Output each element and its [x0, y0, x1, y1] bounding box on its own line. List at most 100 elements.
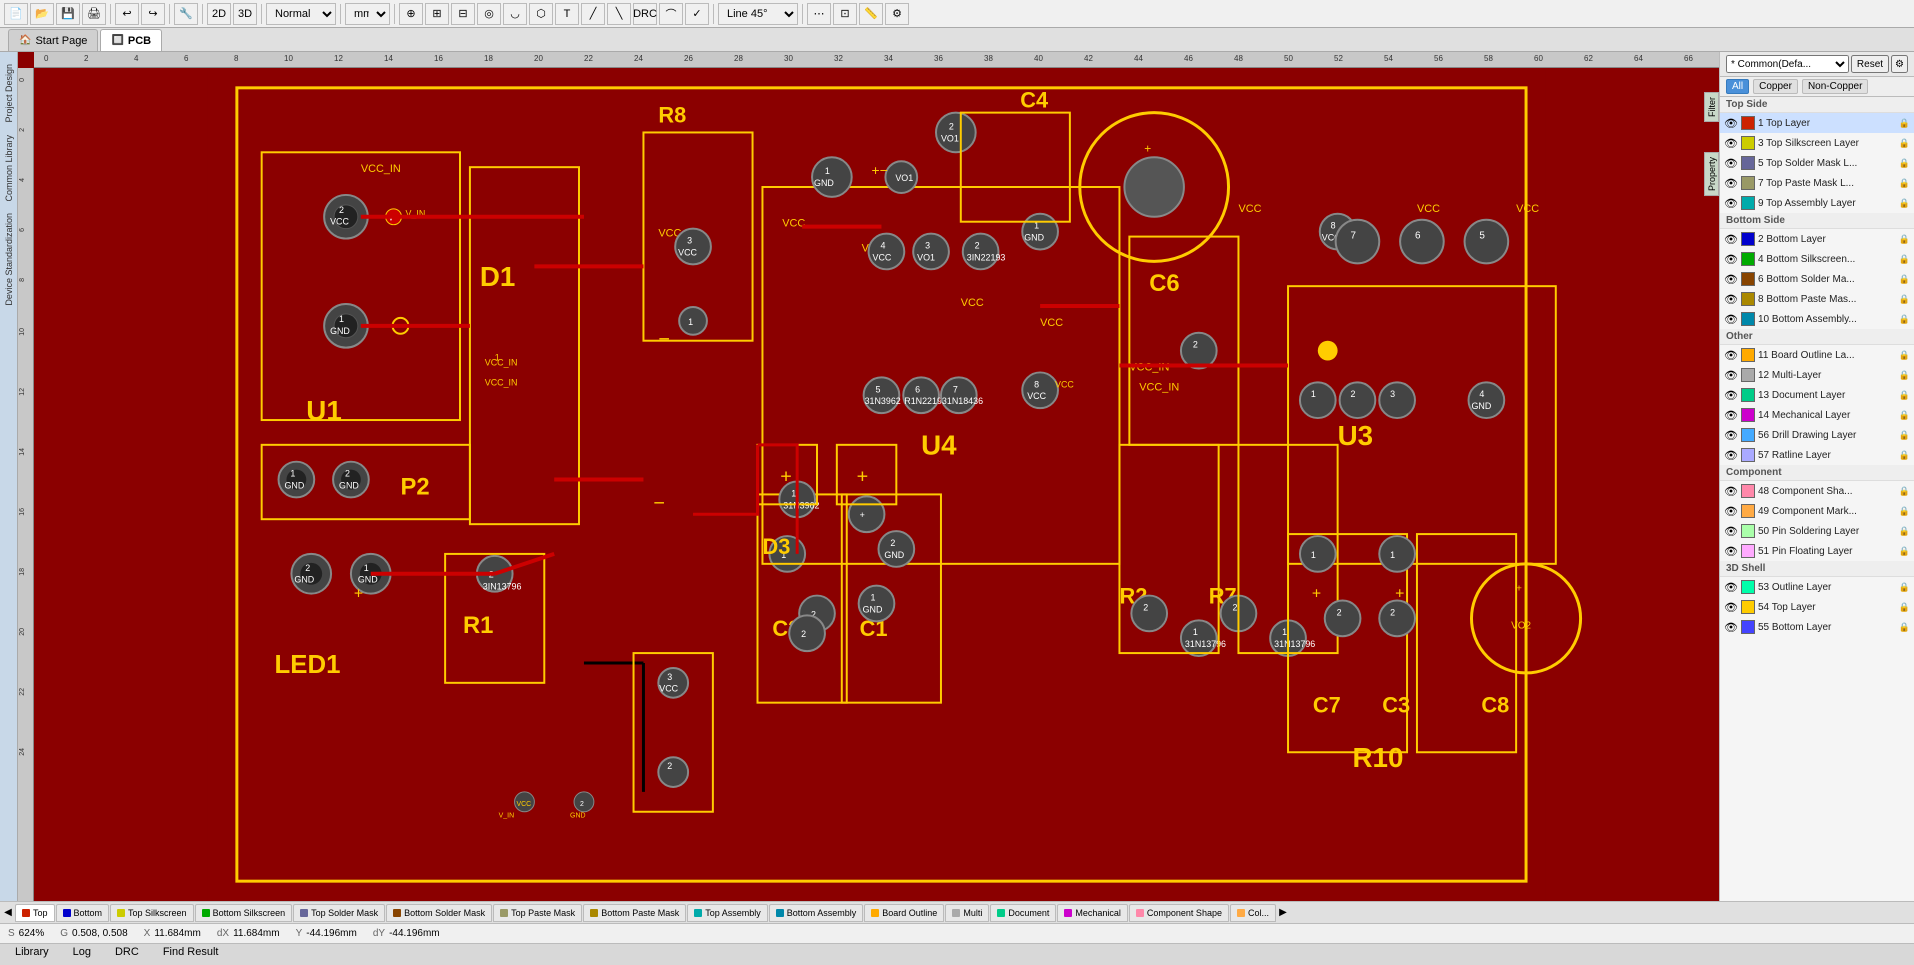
layer-lock-3[interactable]: 🔒	[1899, 158, 1910, 169]
layer-item-54-top[interactable]: 👁 54 Top Layer 🔒	[1720, 597, 1914, 617]
layer-eye-14[interactable]: 👁	[1724, 408, 1738, 422]
layer-item-55-bottom[interactable]: 👁 55 Bottom Layer 🔒	[1720, 617, 1914, 637]
layer-item-top-solder[interactable]: 👁 5 Top Solder Mask L... 🔒	[1720, 153, 1914, 173]
layer-eye-11[interactable]: 👁	[1724, 348, 1738, 362]
layer-lock-18[interactable]: 🔒	[1899, 506, 1910, 517]
footer-tab-log[interactable]: Log	[62, 945, 102, 965]
tab-pcb[interactable]: 🔲 PCB	[100, 29, 162, 51]
bottom-tab-board-outline[interactable]: Board Outline	[864, 904, 944, 922]
bottom-tab-bottom-solder[interactable]: Bottom Solder Mask	[386, 904, 492, 922]
layer-lock-22[interactable]: 🔒	[1899, 602, 1910, 613]
layer-eye-12[interactable]: 👁	[1724, 368, 1738, 382]
layer-eye-8[interactable]: 👁	[1724, 272, 1738, 286]
bottom-tab-document[interactable]: Document	[990, 904, 1056, 922]
layer-reset-button[interactable]: Reset	[1851, 55, 1889, 73]
filter-noncopper-button[interactable]: Non-Copper	[1802, 79, 1868, 94]
footer-tab-find-result[interactable]: Find Result	[152, 945, 230, 965]
save-button[interactable]: 💾	[56, 3, 80, 25]
place-line-button[interactable]: ╱	[581, 3, 605, 25]
new-button[interactable]: 📄	[4, 3, 28, 25]
layer-eye-2[interactable]: 👁	[1724, 136, 1738, 150]
layer-lock-11[interactable]: 🔒	[1899, 350, 1910, 361]
left-tab-project[interactable]: Project Design	[2, 60, 16, 127]
layer-lock-12[interactable]: 🔒	[1899, 370, 1910, 381]
layer-eye-1[interactable]: 👁	[1724, 116, 1738, 130]
left-tab-library[interactable]: Common Library	[2, 131, 16, 206]
layer-eye-5[interactable]: 👁	[1724, 196, 1738, 210]
layer-item-outline[interactable]: 👁 53 Outline Layer 🔒	[1720, 577, 1914, 597]
layer-lock-19[interactable]: 🔒	[1899, 526, 1910, 537]
layer-eye-16[interactable]: 👁	[1724, 448, 1738, 462]
place-comp-button[interactable]: ⊞	[425, 3, 449, 25]
bottom-tab-top-assembly[interactable]: Top Assembly	[687, 904, 768, 922]
layer-item-top-layer[interactable]: 👁 1 Top Layer 🔒	[1720, 113, 1914, 133]
bottom-tab-multi[interactable]: Multi	[945, 904, 989, 922]
layer-lock-20[interactable]: 🔒	[1899, 546, 1910, 557]
layer-lock-6[interactable]: 🔒	[1899, 234, 1910, 245]
layer-item-document[interactable]: 👁 13 Document Layer 🔒	[1720, 385, 1914, 405]
layer-lock-16[interactable]: 🔒	[1899, 450, 1910, 461]
settings-button[interactable]: ⚙	[885, 3, 909, 25]
footer-tab-drc[interactable]: DRC	[104, 945, 150, 965]
bottom-tab-top-solder[interactable]: Top Solder Mask	[293, 904, 385, 922]
layer-eye-3[interactable]: 👁	[1724, 156, 1738, 170]
unit-select[interactable]: mm	[345, 3, 390, 25]
layer-lock-15[interactable]: 🔒	[1899, 430, 1910, 441]
layer-eye-7[interactable]: 👁	[1724, 252, 1738, 266]
print-button[interactable]: 🖨	[82, 3, 106, 25]
layer-lock-1[interactable]: 🔒	[1899, 118, 1910, 129]
layer-eye-19[interactable]: 👁	[1724, 524, 1738, 538]
bottom-tab-top-silk[interactable]: Top Silkscreen	[110, 904, 194, 922]
layer-item-comp-mark[interactable]: 👁 49 Component Mark... 🔒	[1720, 501, 1914, 521]
drc-label[interactable]: DRC	[633, 3, 657, 25]
layer-lock-23[interactable]: 🔒	[1899, 622, 1910, 633]
layer-item-top-assembly[interactable]: 👁 9 Top Assembly Layer 🔒	[1720, 193, 1914, 213]
layer-eye-13[interactable]: 👁	[1724, 388, 1738, 402]
pcb-canvas[interactable]: 0 2 4 6 8 10 12 14 16 18 20 22 24 26 28 …	[18, 52, 1719, 901]
layer-item-pin-solder[interactable]: 👁 50 Pin Soldering Layer 🔒	[1720, 521, 1914, 541]
filter-all-button[interactable]: All	[1726, 79, 1749, 94]
layer-settings-button[interactable]: ⚙	[1891, 55, 1908, 73]
layer-eye-15[interactable]: 👁	[1724, 428, 1738, 442]
layer-eye-18[interactable]: 👁	[1724, 504, 1738, 518]
layer-item-bottom-layer[interactable]: 👁 2 Bottom Layer 🔒	[1720, 229, 1914, 249]
layer-item-ratline[interactable]: 👁 57 Ratline Layer 🔒	[1720, 445, 1914, 465]
bottom-tab-col[interactable]: Col...	[1230, 904, 1276, 922]
layer-item-board-outline[interactable]: 👁 11 Board Outline La... 🔒	[1720, 345, 1914, 365]
layer-lock-7[interactable]: 🔒	[1899, 254, 1910, 265]
place-text-button[interactable]: T	[555, 3, 579, 25]
layer-eye-6[interactable]: 👁	[1724, 232, 1738, 246]
place-wire-button[interactable]: ⊟	[451, 3, 475, 25]
layer-preset-select[interactable]: * Common(Defa...	[1726, 55, 1849, 73]
layer-lock-9[interactable]: 🔒	[1899, 294, 1910, 305]
view-mode-select[interactable]: Normal	[266, 3, 336, 25]
bottom-tab-comp-shape[interactable]: Component Shape	[1129, 904, 1229, 922]
line-angle-select[interactable]: Line 45°	[718, 3, 798, 25]
layer-lock-4[interactable]: 🔒	[1899, 178, 1910, 189]
footer-tab-library[interactable]: Library	[4, 945, 60, 965]
layer-lock-21[interactable]: 🔒	[1899, 582, 1910, 593]
property-tab[interactable]: Property	[1704, 152, 1719, 196]
tab-start-page[interactable]: 🏠 Start Page	[8, 29, 98, 51]
layer-lock-2[interactable]: 🔒	[1899, 138, 1910, 149]
filter-tab[interactable]: Filter	[1704, 92, 1719, 122]
layer-item-bottom-solder[interactable]: 👁 6 Bottom Solder Ma... 🔒	[1720, 269, 1914, 289]
interactive-router-button[interactable]: 🔧	[174, 3, 198, 25]
place-arc-button[interactable]: ◡	[503, 3, 527, 25]
layer-eye-21[interactable]: 👁	[1724, 580, 1738, 594]
layer-item-drill[interactable]: 👁 56 Drill Drawing Layer 🔒	[1720, 425, 1914, 445]
bottom-tab-bottom-silk[interactable]: Bottom Silkscreen	[195, 904, 293, 922]
bottom-tab-mechanical[interactable]: Mechanical	[1057, 904, 1128, 922]
layer-eye-22[interactable]: 👁	[1724, 600, 1738, 614]
more-tools-button[interactable]: ⋯	[807, 3, 831, 25]
layer-eye-4[interactable]: 👁	[1724, 176, 1738, 190]
left-tab-device[interactable]: Device Standardization	[2, 209, 16, 310]
layer-eye-10[interactable]: 👁	[1724, 312, 1738, 326]
undo-button[interactable]: ↩	[115, 3, 139, 25]
bottom-tab-top-paste[interactable]: Top Paste Mask	[493, 904, 582, 922]
layer-lock-5[interactable]: 🔒	[1899, 198, 1910, 209]
redo-button[interactable]: ↪	[141, 3, 165, 25]
drc-check-button[interactable]: ✓	[685, 3, 709, 25]
scroll-right-button[interactable]: ▶	[1277, 907, 1289, 919]
measure-button[interactable]: 📏	[859, 3, 883, 25]
